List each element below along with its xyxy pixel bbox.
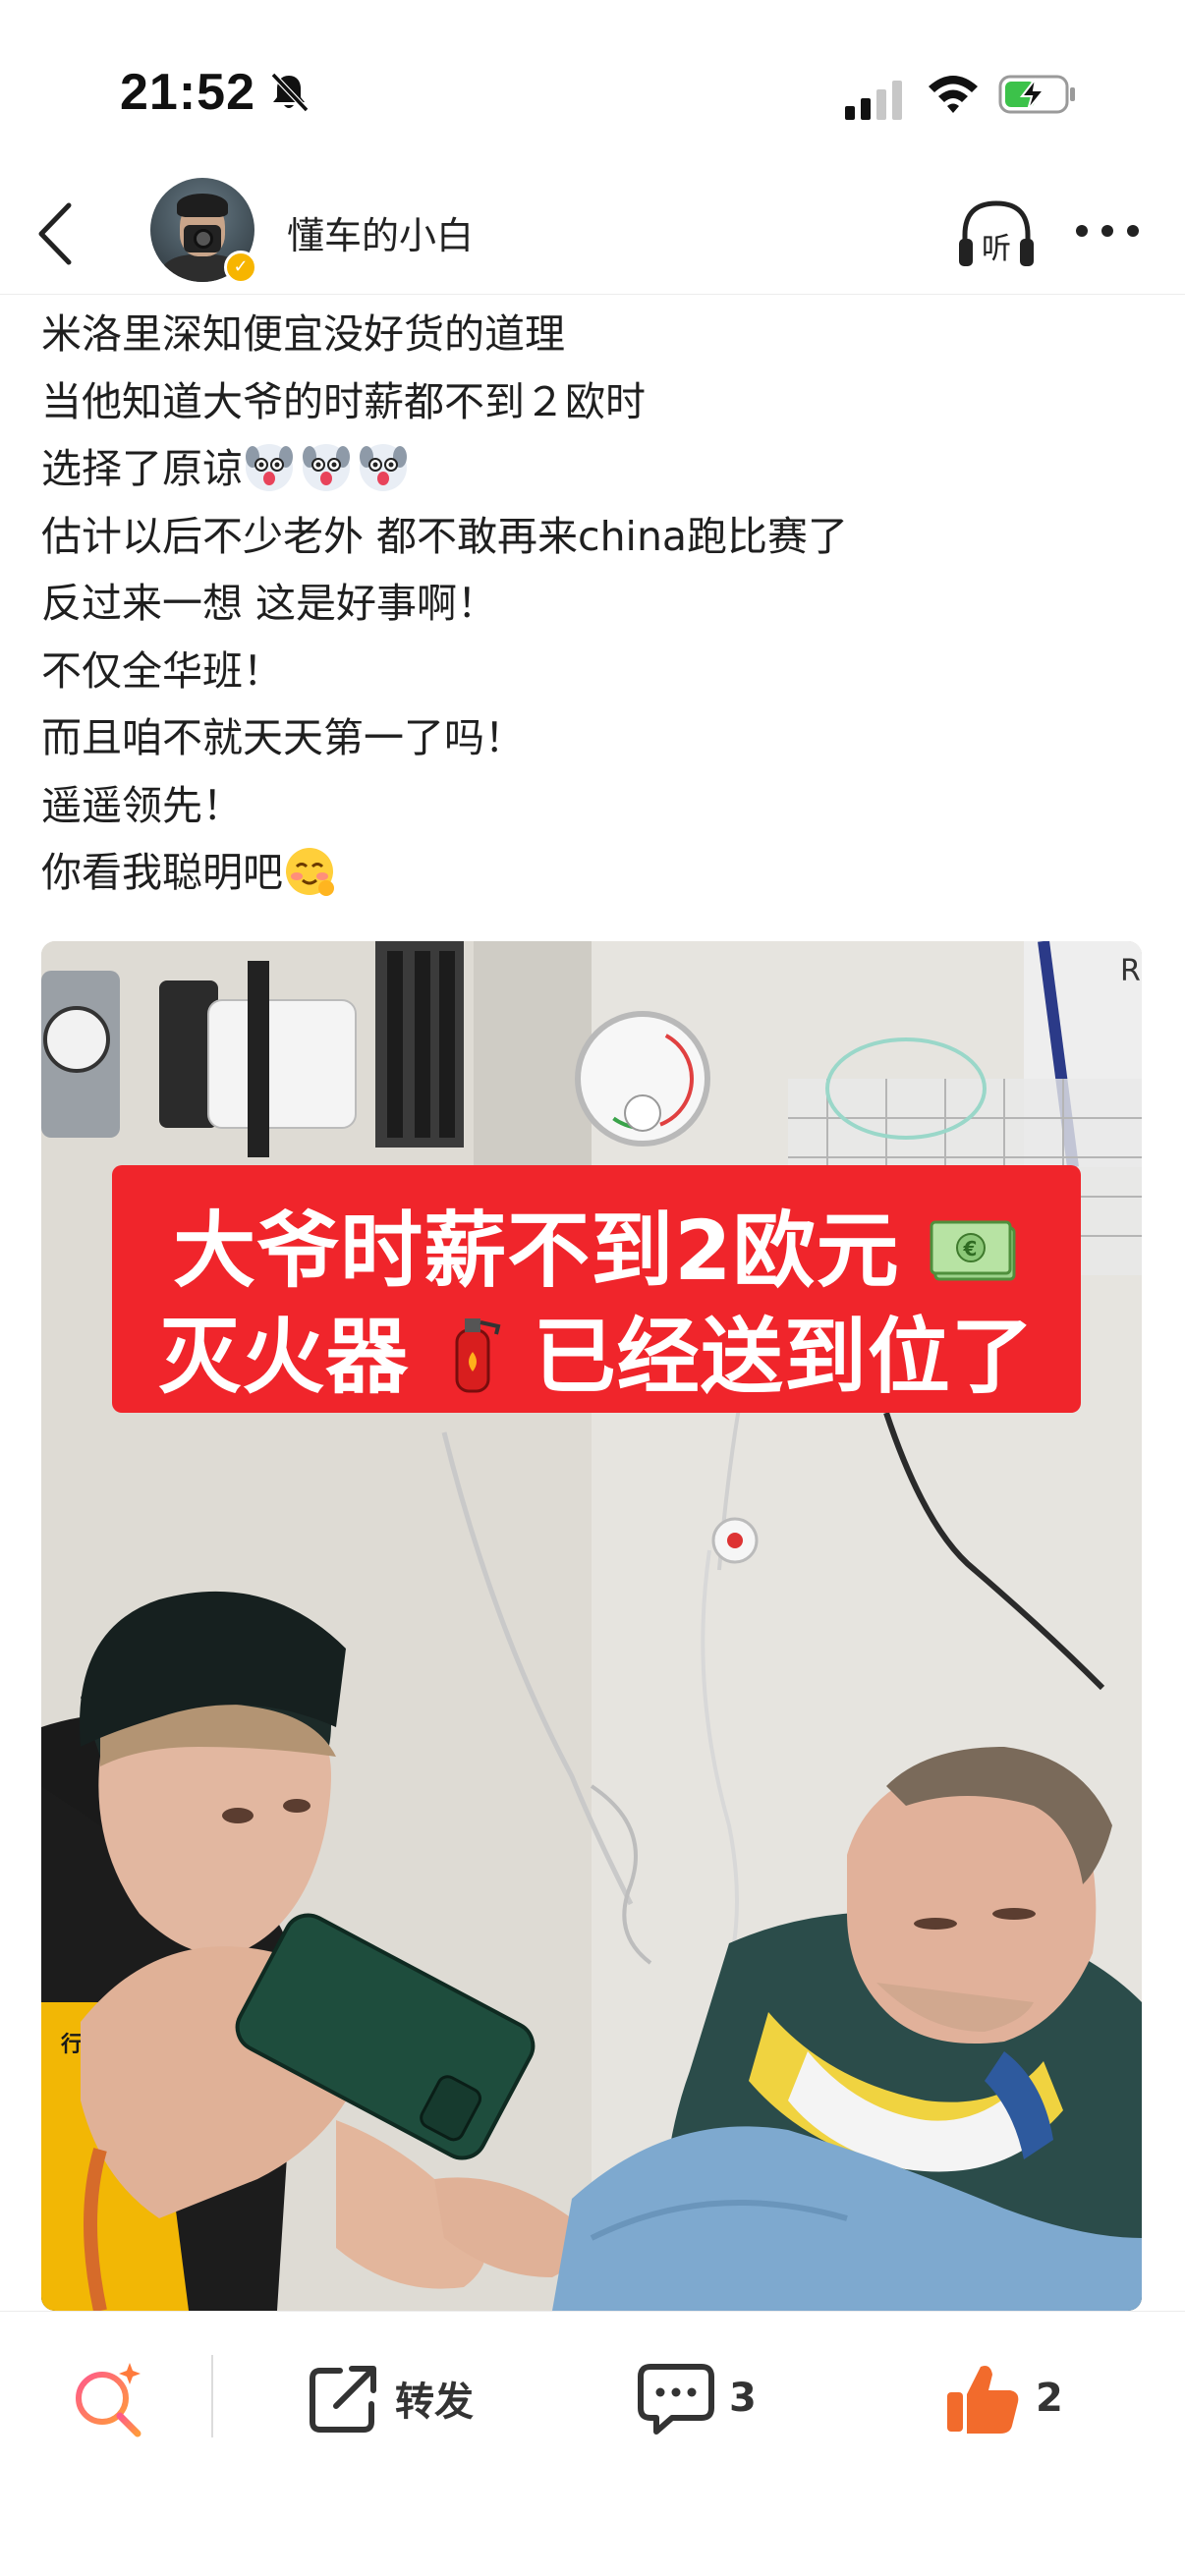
post-body: 米洛里深知便宜没好货的道理 当他知道大爷的时薪都不到２欧时 选择了原谅 估计以后… xyxy=(41,301,1142,907)
caption-line-1: 大爷时薪不到2欧元 € xyxy=(112,1185,1081,1304)
battery-charging-icon xyxy=(998,75,1075,114)
divider xyxy=(211,2355,213,2437)
post-line: 不仅全华班！ xyxy=(41,646,283,695)
share-icon xyxy=(310,2366,376,2433)
comment-icon xyxy=(638,2364,714,2435)
comment-button[interactable]: 3 xyxy=(637,2351,757,2445)
smiling-face-emoji-icon xyxy=(286,848,334,896)
listen-headphones-icon[interactable]: 听 xyxy=(955,196,1038,274)
fire-extinguisher-icon xyxy=(455,1318,500,1393)
like-count: 2 xyxy=(1036,2376,1063,2421)
image-caption-banner: 大爷时薪不到2欧元 € 灭火器 已经送到位了 xyxy=(112,1165,1081,1413)
post-line: 选择了原谅 xyxy=(41,435,1142,503)
like-button[interactable]: 2 xyxy=(943,2351,1063,2445)
hospital-photo: R xyxy=(41,941,1142,2311)
post-header: ✓ 懂车的小白 听 xyxy=(0,172,1185,295)
dog-emoji-icon xyxy=(246,444,293,491)
chevron-left-icon[interactable] xyxy=(33,199,77,268)
post-line: 反过来一想 这是好事啊！ xyxy=(41,580,498,627)
dog-emoji-icon xyxy=(303,444,350,491)
post-line: 估计以后不少老外 都不敢再来china跑比赛了 xyxy=(41,512,849,560)
signal-icon xyxy=(845,81,902,120)
euro-banknote-icon: € xyxy=(930,1220,1016,1281)
bell-slash-icon xyxy=(270,72,310,113)
post-line: 当他知道大爷的时薪都不到２欧时 xyxy=(41,377,646,425)
svg-text:€: € xyxy=(962,1237,978,1260)
post-line: 米洛里深知便宜没好货的道理 xyxy=(41,310,565,358)
username[interactable]: 懂车的小白 xyxy=(287,205,474,259)
post-image[interactable]: R 大爷时薪不到2欧元 € 灭火器 已经送到位了 xyxy=(41,941,1142,2311)
caption-line-2: 灭火器 已经送到位了 xyxy=(158,1309,1035,1405)
repost-label: 转发 xyxy=(395,2380,474,2425)
verified-badge-icon: ✓ xyxy=(224,251,257,284)
wifi-icon xyxy=(929,76,978,113)
thumbs-up-icon xyxy=(947,2366,1019,2434)
more-options-icon[interactable] xyxy=(1073,219,1142,243)
status-time: 21:52 xyxy=(120,64,255,121)
svg-text:听: 听 xyxy=(982,232,1011,266)
status-bar: 21:52 xyxy=(0,0,1185,172)
ai-search-icon[interactable] xyxy=(69,2359,147,2437)
bottom-action-bar: 转发 3 2 xyxy=(0,2311,1185,2576)
dog-emoji-icon xyxy=(360,444,407,491)
post-line: 你看我聪明吧 xyxy=(41,839,1142,907)
repost-button[interactable]: 转发 xyxy=(307,2351,474,2445)
svg-text:R: R xyxy=(1120,954,1141,988)
post-line: 而且咱不就天天第一了吗！ xyxy=(41,714,525,761)
comment-count: 3 xyxy=(729,2376,757,2421)
post-line: 遥遥领先！ xyxy=(41,781,243,829)
